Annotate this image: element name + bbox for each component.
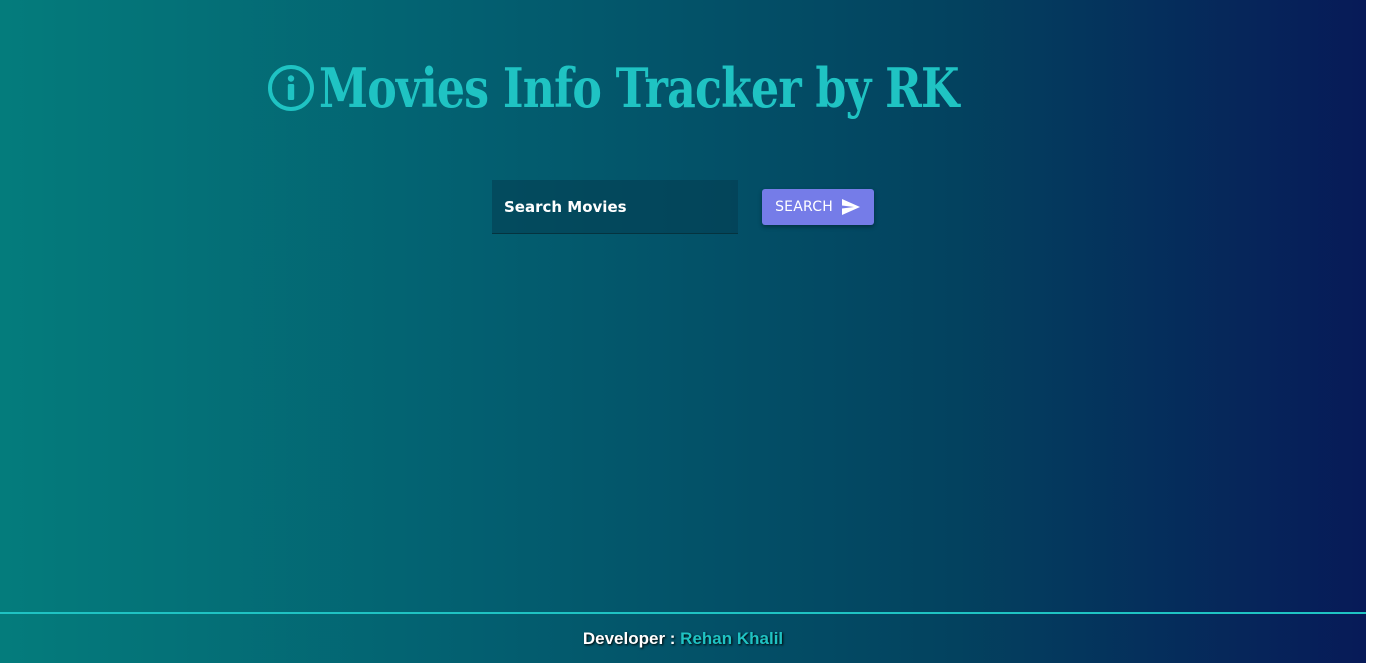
- page-title: Movies Info Tracker by RK: [318, 56, 960, 120]
- scrollbar[interactable]: [1366, 0, 1378, 663]
- page-background: Movies Info Tracker by RK SEARCH Develop…: [0, 0, 1366, 663]
- send-icon: [841, 198, 861, 216]
- header: Movies Info Tracker by RK: [0, 50, 1366, 126]
- search-button-label: SEARCH: [775, 199, 833, 215]
- footer: Developer : Rehan Khalil: [0, 612, 1366, 663]
- developer-link[interactable]: Rehan Khalil: [680, 629, 783, 648]
- footer-label: Developer :: [582, 628, 681, 648]
- info-circle-icon: [267, 64, 315, 112]
- search-input[interactable]: [492, 180, 738, 234]
- footer-text: Developer : Rehan Khalil: [583, 629, 783, 649]
- search-button[interactable]: SEARCH: [762, 189, 874, 225]
